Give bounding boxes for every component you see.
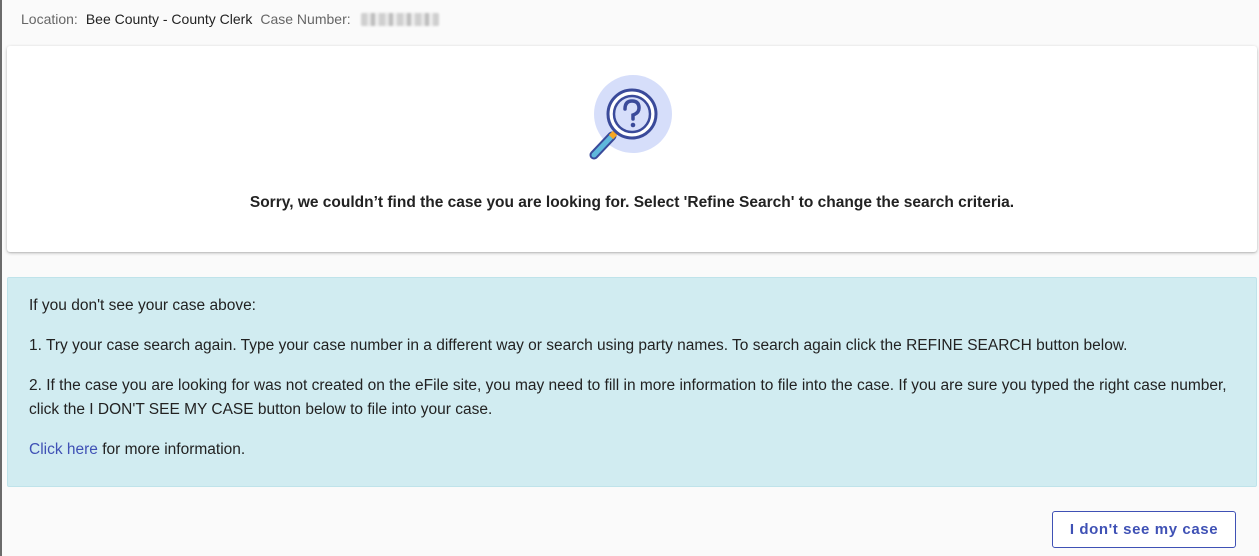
help-step-1: 1. Try your case search again. Type your… bbox=[29, 337, 1128, 354]
case-number-label: Case Number: bbox=[260, 11, 351, 27]
click-here-link[interactable]: Click here bbox=[29, 441, 98, 458]
magnifier-question-icon bbox=[585, 74, 675, 166]
not-found-message: Sorry, we couldn’t find the case you are… bbox=[249, 194, 1015, 211]
help-step-2: 2. If the case you are looking for was n… bbox=[29, 377, 1227, 418]
dont-see-my-case-button[interactable]: I don't see my case bbox=[1052, 511, 1236, 548]
help-more-info: Click here for more information. bbox=[29, 438, 1235, 462]
more-info-text: for more information. bbox=[97, 441, 246, 458]
case-number-value-redacted bbox=[360, 12, 439, 26]
not-found-card: Sorry, we couldn’t find the case you are… bbox=[7, 46, 1257, 252]
help-intro: If you don't see your case above: bbox=[29, 297, 256, 314]
case-location-bar: Location: Bee County - County Clerk Case… bbox=[21, 9, 439, 29]
location-label: Location: bbox=[21, 11, 78, 27]
location-value: Bee County - County Clerk bbox=[85, 11, 253, 27]
help-info-box: If you don't see your case above: 1. Try… bbox=[7, 277, 1257, 487]
